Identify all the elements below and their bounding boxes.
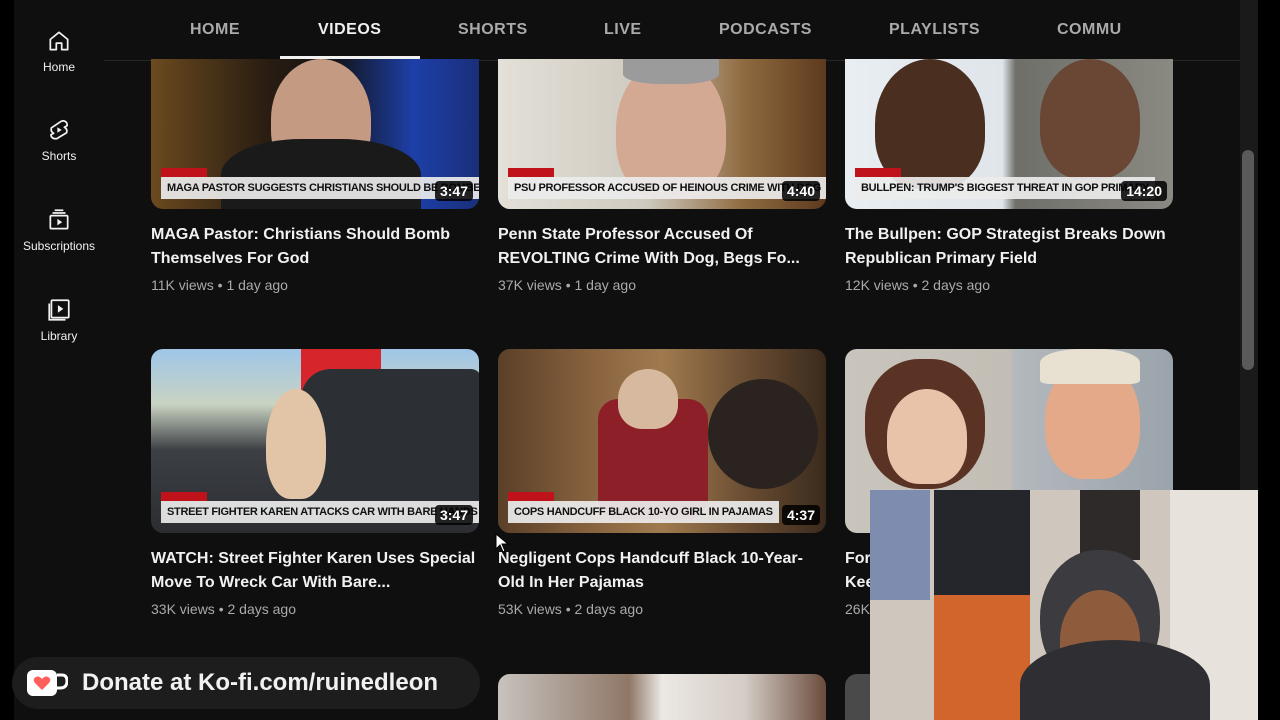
video-title[interactable]: Penn State Professor Accused Of REVOLTIN…: [498, 223, 826, 271]
video-duration: 4:40: [781, 181, 820, 201]
tab-community[interactable]: COMMU: [1057, 0, 1122, 60]
sidebar: Home Shorts Subscriptions Library: [14, 0, 104, 720]
video-duration: 3:47: [434, 181, 473, 201]
kofi-donate-banner: Donate at Ko-fi.com/ruinedleon: [12, 657, 480, 709]
video-thumbnail[interactable]: PSU PROFESSOR ACCUSED OF HEINOUS CRIME W…: [498, 59, 826, 209]
kofi-cup-icon: [27, 670, 68, 696]
tab-podcasts[interactable]: PODCASTS: [719, 0, 812, 60]
tab-home[interactable]: HOME: [190, 0, 240, 60]
left-edge: [0, 0, 14, 720]
tab-shorts[interactable]: SHORTS: [458, 0, 528, 60]
sidebar-item-label: Home: [42, 60, 75, 74]
video-card[interactable]: MAGA PASTOR SUGGESTS CHRISTIANS SHOULD B…: [151, 59, 479, 293]
video-card[interactable]: PSU PROFESSOR ACCUSED OF HEINOUS CRIME W…: [498, 59, 826, 293]
video-duration: 3:47: [434, 505, 473, 525]
video-thumbnail[interactable]: COPS HANDCUFF BLACK 10-YO GIRL IN PAJAMA…: [498, 349, 826, 533]
video-thumbnail[interactable]: MAGA PASTOR SUGGESTS CHRISTIANS SHOULD B…: [151, 59, 479, 209]
thumbnail-caption: PSU PROFESSOR ACCUSED OF HEINOUS CRIME W…: [508, 168, 826, 199]
mouse-cursor-icon: [495, 533, 509, 553]
sidebar-item-shorts[interactable]: Shorts: [14, 117, 104, 187]
video-thumbnail[interactable]: [498, 674, 826, 720]
video-meta: 37K views • 1 day ago: [498, 277, 636, 293]
video-meta: 33K views • 2 days ago: [151, 601, 296, 617]
video-thumbnail[interactable]: BULLPEN: TRUMP'S BIGGEST THREAT IN GOP P…: [845, 59, 1173, 209]
thumbnail-caption: BULLPEN: TRUMP'S BIGGEST THREAT IN GOP P…: [855, 168, 1156, 199]
video-meta: 11K views • 1 day ago: [151, 277, 288, 293]
shorts-icon: [50, 119, 69, 140]
sidebar-item-library[interactable]: Library: [14, 297, 104, 367]
thumbnail-caption: COPS HANDCUFF BLACK 10-YO GIRL IN PAJAMA…: [508, 492, 779, 523]
thumbnail-caption: MAGA PASTOR SUGGESTS CHRISTIANS SHOULD B…: [161, 168, 479, 199]
video-card[interactable]: COPS HANDCUFF BLACK 10-YO GIRL IN PAJAMA…: [498, 349, 826, 617]
sidebar-item-label: Subscriptions: [22, 239, 96, 253]
video-title[interactable]: MAGA Pastor: Christians Should Bomb Them…: [151, 223, 479, 271]
tab-playlists[interactable]: PLAYLISTS: [889, 0, 980, 60]
right-edge: [1258, 0, 1280, 720]
sidebar-item-label: Library: [40, 329, 78, 343]
home-icon: [49, 31, 69, 51]
tab-videos[interactable]: VIDEOS: [318, 0, 381, 60]
sidebar-item-label: Shorts: [41, 149, 77, 163]
video-title[interactable]: WATCH: Street Fighter Karen Uses Special…: [151, 547, 479, 595]
video-meta: 12K views • 2 days ago: [845, 277, 990, 293]
video-meta: 53K views • 2 days ago: [498, 601, 643, 617]
video-thumbnail[interactable]: STREET FIGHTER KAREN ATTACKS CAR WITH BA…: [151, 349, 479, 533]
video-duration: 14:20: [1121, 181, 1167, 201]
webcam-overlay: [870, 490, 1258, 720]
library-icon: [48, 299, 70, 321]
video-duration: 4:37: [781, 505, 820, 525]
sidebar-item-subscriptions[interactable]: Subscriptions: [14, 207, 104, 277]
sidebar-item-home[interactable]: Home: [14, 28, 104, 98]
channel-tabs: HOME VIDEOS SHORTS LIVE PODCASTS PLAYLIS…: [104, 0, 1263, 61]
video-card[interactable]: STREET FIGHTER KAREN ATTACKS CAR WITH BA…: [151, 349, 479, 617]
video-title[interactable]: Negligent Cops Handcuff Black 10-Year-Ol…: [498, 547, 826, 595]
video-title[interactable]: The Bullpen: GOP Strategist Breaks Down …: [845, 223, 1173, 271]
tab-live[interactable]: LIVE: [604, 0, 642, 60]
thumbnail-caption: STREET FIGHTER KAREN ATTACKS CAR WITH BA…: [161, 492, 479, 523]
scrollbar-thumb[interactable]: [1242, 150, 1254, 370]
subscriptions-icon: [49, 209, 69, 230]
video-card[interactable]: BULLPEN: TRUMP'S BIGGEST THREAT IN GOP P…: [845, 59, 1173, 293]
kofi-text: Donate at Ko-fi.com/ruinedleon: [82, 669, 439, 696]
